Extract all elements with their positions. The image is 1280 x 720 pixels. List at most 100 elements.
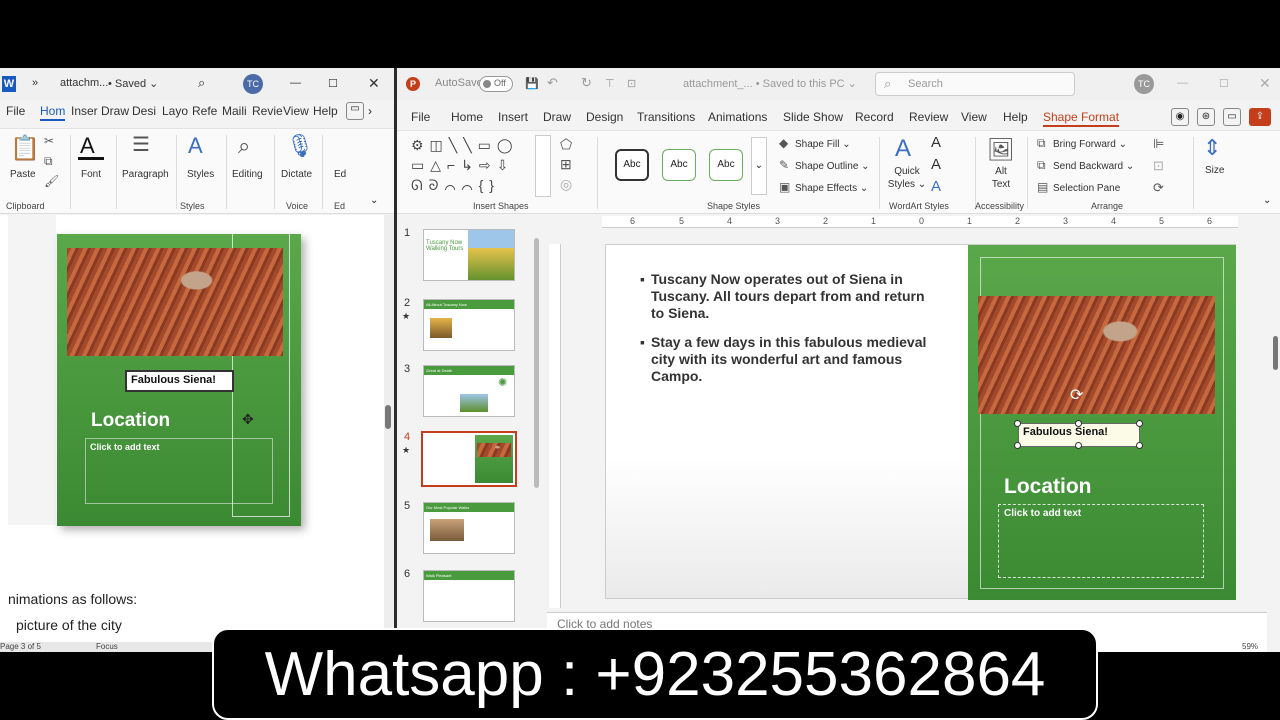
tab-insert[interactable]: Insert: [498, 110, 528, 124]
align-icon[interactable]: ⊫: [1153, 137, 1164, 150]
styles-icon[interactable]: A: [188, 135, 203, 157]
selection-handle[interactable]: [1075, 442, 1082, 449]
merge-shapes-icon[interactable]: ◎: [560, 177, 572, 191]
selection-handle[interactable]: [1136, 442, 1143, 449]
alt-text-icon[interactable]: 🖼: [987, 139, 1015, 161]
tab-design[interactable]: Desi: [132, 104, 156, 118]
tab-view[interactable]: View: [283, 104, 309, 118]
slide-thumbnail-1[interactable]: Tuscany Now Walking Tours: [423, 229, 515, 281]
size-icon[interactable]: ⇕: [1203, 137, 1221, 159]
tab-review[interactable]: Revie: [252, 104, 283, 118]
minimize-icon[interactable]: —: [1177, 77, 1188, 89]
tab-file[interactable]: File: [411, 110, 430, 124]
comments-icon[interactable]: ▭: [1223, 108, 1241, 126]
editing-button[interactable]: Editing: [232, 169, 263, 180]
save-icon[interactable]: 💾: [525, 77, 539, 90]
rotate-handle-icon[interactable]: ⟳: [1070, 385, 1083, 405]
selection-handle[interactable]: [1014, 420, 1021, 427]
word-document-area[interactable]: rn val Fabulous Siena! Location Click to…: [0, 215, 384, 652]
share-icon[interactable]: ⇪: [1249, 108, 1271, 126]
slide-thumbnail-6[interactable]: Walk Pleasant: [423, 570, 515, 622]
selection-pane-icon[interactable]: ▤: [1037, 181, 1048, 193]
redo-icon[interactable]: ↻: [581, 75, 592, 91]
paragraph-button[interactable]: Paragraph: [122, 169, 169, 180]
send-backward-button[interactable]: Send Backward ⌄: [1053, 161, 1134, 172]
avatar[interactable]: TC: [243, 74, 263, 94]
text-fill-icon[interactable]: A: [931, 135, 941, 150]
chevron-right-icon[interactable]: ›: [368, 104, 372, 118]
font-color-icon[interactable]: A: [80, 135, 95, 157]
tab-slide-show[interactable]: Slide Show: [783, 110, 843, 124]
alt-text-button[interactable]: Alt Text: [989, 165, 1013, 191]
ppt-vertical-scrollbar[interactable]: [1271, 244, 1279, 604]
shape-fill-button[interactable]: Shape Fill ⌄: [795, 139, 851, 150]
selection-handle[interactable]: [1136, 420, 1143, 427]
style-preset-1[interactable]: Abc: [615, 149, 649, 181]
search-input[interactable]: ⌕ Search: [875, 72, 1075, 96]
shapes-gallery[interactable]: ⚙◫╲╲▭◯ ▭△⌐↳⇨⇩ ᘏᘐ⌒⌒{}: [411, 135, 551, 195]
quick-styles-button[interactable]: Quick Styles ⌄: [887, 165, 927, 191]
cut-icon[interactable]: ✂: [44, 135, 54, 147]
shape-outline-button[interactable]: Shape Outline ⌄: [795, 161, 870, 172]
teams-icon[interactable]: ⊛: [1197, 108, 1215, 126]
collapse-ribbon-icon[interactable]: ⌄: [1263, 195, 1271, 206]
slide-thumbnail-4-selected[interactable]: [421, 431, 517, 487]
present-icon[interactable]: ⊤: [605, 77, 615, 90]
selection-handle[interactable]: [1075, 420, 1082, 427]
tab-references[interactable]: Refe: [192, 104, 217, 118]
editing-search-icon[interactable]: ⌕: [238, 135, 250, 157]
tab-design[interactable]: Design: [586, 110, 623, 124]
zoom-level[interactable]: 59%: [1242, 642, 1258, 651]
slide-thumbnail-2[interactable]: All About Tuscany Now: [423, 299, 515, 351]
tab-layout[interactable]: Layo: [162, 104, 188, 118]
search-icon[interactable]: ⌕: [198, 75, 205, 91]
slideshow-icon[interactable]: ⊡: [627, 77, 636, 90]
thumbnails-scrollbar[interactable]: [533, 228, 541, 488]
tab-mailings[interactable]: Maili: [222, 104, 247, 118]
slide-thumbnail-5[interactable]: Our Most Popular Walks: [423, 502, 515, 554]
comments-icon[interactable]: ▭: [346, 102, 364, 120]
content-placeholder[interactable]: Click to add text: [998, 504, 1204, 578]
tab-file[interactable]: File: [6, 104, 25, 118]
word-saved-status[interactable]: • Saved ⌄: [108, 77, 158, 90]
microphone-icon[interactable]: 🎙: [286, 135, 314, 157]
paragraph-icon[interactable]: ☰: [132, 135, 150, 155]
editor-button[interactable]: Ed: [334, 169, 346, 180]
shape-styles-more[interactable]: ⌄: [751, 137, 767, 195]
styles-button[interactable]: Styles: [187, 169, 214, 180]
text-box-icon[interactable]: ⊞: [560, 157, 572, 171]
main-slide[interactable]: ▪ Tuscany Now operates out of Siena in T…: [605, 244, 1236, 600]
copy-icon[interactable]: ⧉: [44, 155, 53, 167]
tab-transitions[interactable]: Transitions: [637, 110, 695, 124]
record-icon[interactable]: ◉: [1171, 108, 1189, 126]
ribbon-expand-icon[interactable]: ⌄: [370, 195, 378, 206]
group-icon[interactable]: ⊡: [1153, 159, 1164, 172]
tab-animations[interactable]: Animations: [708, 110, 767, 124]
bullet-list[interactable]: ▪ Tuscany Now operates out of Siena in T…: [640, 271, 936, 385]
slide-thumbnails-pane[interactable]: 1 Tuscany Now Walking Tours 2 ★ All Abou…: [397, 215, 545, 652]
maximize-icon[interactable]: ☐: [1219, 77, 1229, 90]
maximize-icon[interactable]: ☐: [328, 77, 338, 90]
shape-effects-icon[interactable]: ▣: [779, 181, 790, 193]
tab-draw[interactable]: Draw: [101, 104, 129, 118]
shapes-gallery-scroll[interactable]: [535, 135, 551, 197]
quick-styles-icon[interactable]: A: [895, 137, 911, 161]
dictate-button[interactable]: Dictate: [281, 169, 312, 180]
autosave-toggle[interactable]: Off: [479, 76, 513, 92]
paste-button[interactable]: Paste: [10, 169, 36, 180]
tab-help[interactable]: Help: [313, 104, 338, 118]
format-painter-icon[interactable]: 🖌: [44, 175, 59, 187]
tab-record[interactable]: Record: [855, 110, 894, 124]
page-count[interactable]: Page 3 of 5: [0, 642, 41, 651]
shape-fill-icon[interactable]: ◆: [779, 137, 788, 149]
style-preset-2[interactable]: Abc: [662, 149, 696, 181]
more-commands-icon[interactable]: »: [32, 77, 38, 89]
slide-thumbnail-3[interactable]: Great at Death ✺: [423, 365, 515, 417]
tab-home[interactable]: Home: [451, 110, 483, 124]
rotate-icon[interactable]: ⟳: [1153, 181, 1164, 194]
tab-shape-format[interactable]: Shape Format: [1043, 110, 1120, 127]
tab-insert[interactable]: Inser: [71, 104, 98, 118]
text-outline-icon[interactable]: A: [931, 157, 941, 172]
location-heading[interactable]: Location: [1004, 475, 1092, 499]
selection-pane-button[interactable]: Selection Pane: [1053, 183, 1120, 194]
